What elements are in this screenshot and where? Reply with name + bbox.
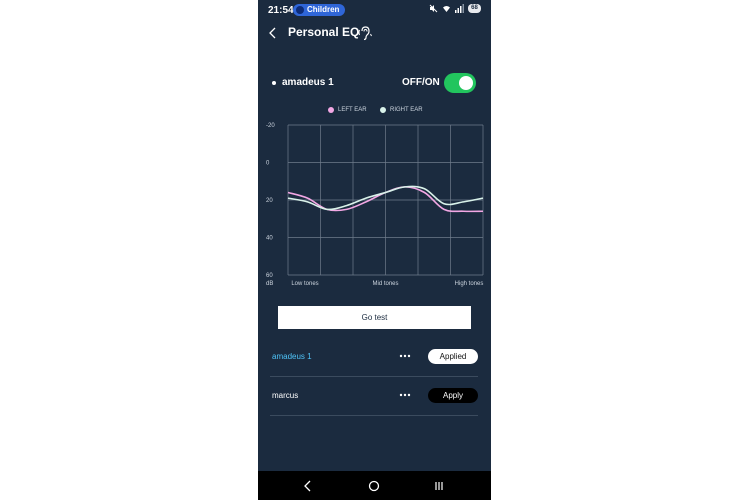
signal-icon bbox=[455, 4, 464, 13]
y-tick-label: 60 bbox=[266, 273, 273, 279]
applied-button[interactable]: Applied bbox=[428, 349, 478, 364]
status-bar: 21:54 Children 68 bbox=[258, 0, 491, 20]
y-unit-label: dB bbox=[266, 281, 273, 287]
apply-button[interactable]: Apply bbox=[428, 388, 478, 403]
phone-screen: 21:54 Children 68 Personal EQ amadeus 1 … bbox=[258, 0, 491, 500]
x-tick-label: Low tones bbox=[291, 281, 318, 287]
x-tick-label: High tones bbox=[455, 281, 484, 287]
status-time: 21:54 bbox=[268, 5, 294, 16]
go-test-button[interactable]: Go test bbox=[278, 306, 471, 329]
system-nav-bar bbox=[258, 471, 491, 500]
toggle-knob bbox=[459, 76, 473, 90]
profile-pill-label: Children bbox=[307, 5, 340, 14]
list-item[interactable]: amadeus 1 Applied bbox=[270, 340, 478, 377]
y-tick-label: 40 bbox=[266, 236, 273, 242]
legend-label-right: RIGHT EAR bbox=[390, 107, 423, 113]
profile-pill[interactable]: Children bbox=[293, 4, 346, 16]
battery-icon: 68 bbox=[468, 4, 481, 13]
mute-icon bbox=[429, 4, 438, 13]
list-item-name: amadeus 1 bbox=[272, 352, 312, 361]
y-tick-label: -20 bbox=[266, 123, 275, 129]
legend-left-ear: LEFT EAR bbox=[328, 107, 367, 113]
nav-home-icon[interactable] bbox=[364, 477, 384, 495]
active-profile-row: amadeus 1 OFF/ON bbox=[258, 72, 491, 96]
ear-icon[interactable] bbox=[358, 25, 372, 41]
wifi-icon bbox=[443, 6, 450, 12]
bullet-icon bbox=[272, 81, 276, 85]
list-item[interactable]: marcus Apply bbox=[270, 379, 478, 416]
list-item-name: marcus bbox=[272, 391, 299, 400]
x-tick-label: Mid tones bbox=[372, 281, 398, 287]
legend-dot-left bbox=[328, 107, 334, 113]
status-icons: 68 bbox=[429, 4, 481, 13]
legend-dot-right bbox=[380, 107, 386, 113]
more-horizontal-icon[interactable] bbox=[398, 389, 412, 401]
y-tick-label: 0 bbox=[266, 161, 270, 167]
nav-back-icon[interactable] bbox=[298, 477, 318, 495]
app-header: Personal EQ bbox=[258, 22, 491, 46]
more-horizontal-icon[interactable] bbox=[398, 350, 412, 362]
active-profile-name: amadeus 1 bbox=[282, 77, 334, 88]
profile-dot-icon bbox=[296, 6, 304, 14]
toggle-label: OFF/ON bbox=[402, 77, 440, 88]
chevron-left-icon[interactable] bbox=[265, 24, 281, 42]
y-tick-label: 20 bbox=[266, 198, 273, 204]
eq-toggle[interactable] bbox=[444, 73, 476, 93]
page-title: Personal EQ bbox=[288, 25, 360, 39]
legend-label-left: LEFT EAR bbox=[338, 107, 367, 113]
nav-recents-icon[interactable] bbox=[429, 477, 449, 495]
eq-chart: -20 0 20 40 60 dB Low tones Mid tones High tones bbox=[266, 123, 484, 287]
legend-right-ear: RIGHT EAR bbox=[380, 107, 423, 113]
